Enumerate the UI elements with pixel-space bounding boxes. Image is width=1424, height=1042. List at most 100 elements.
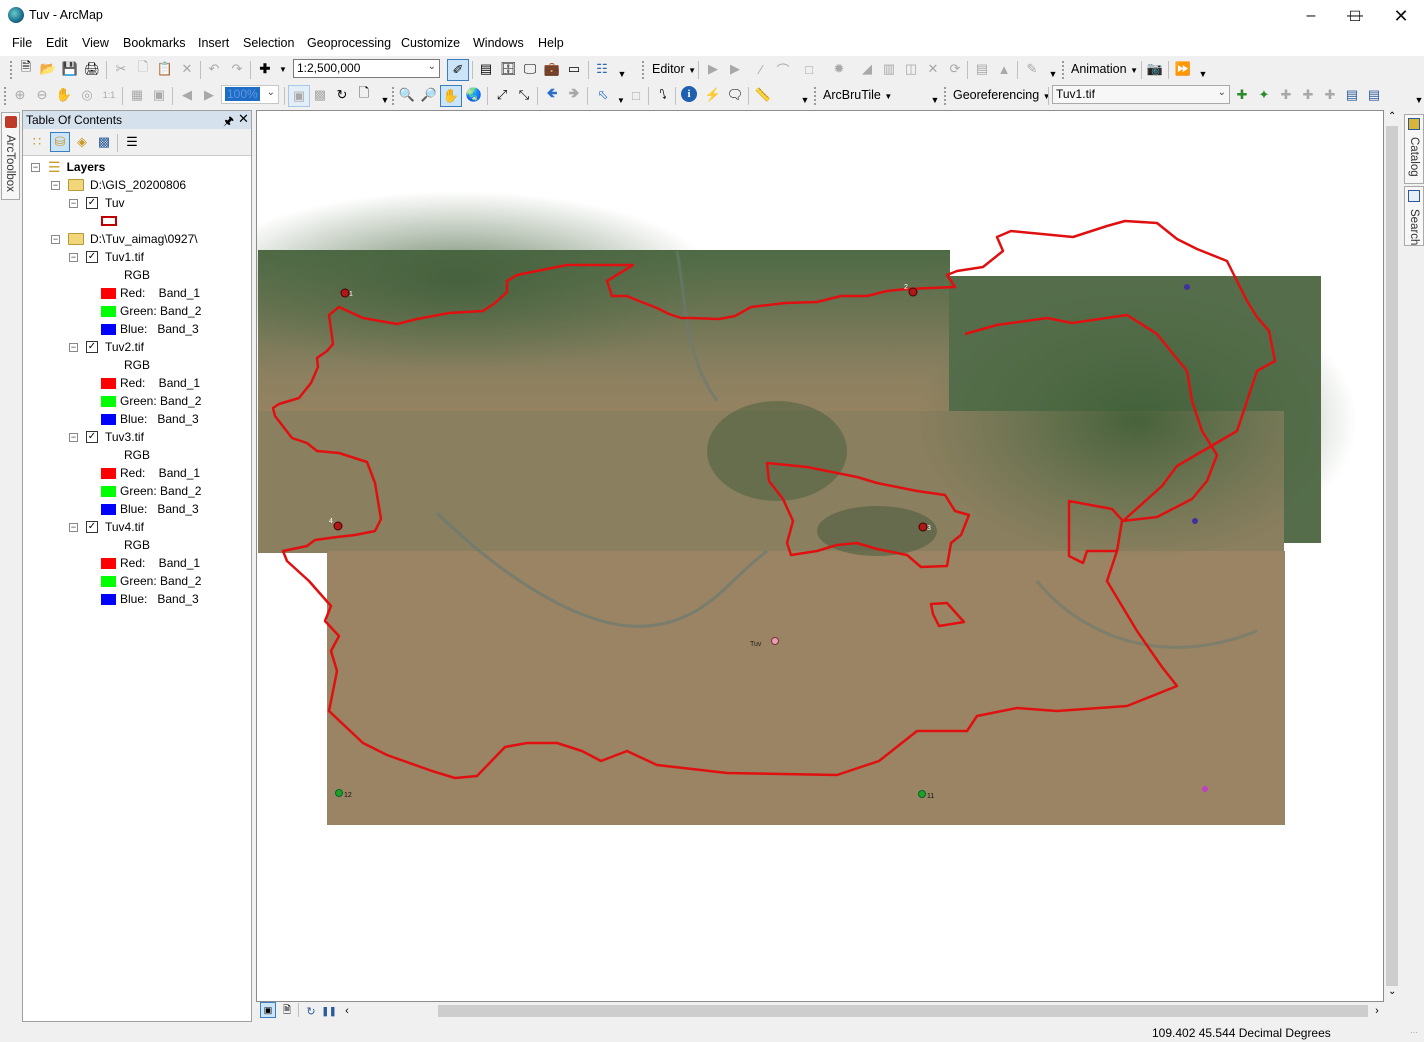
search-tab[interactable]: Search <box>1404 186 1424 246</box>
viewer-icon[interactable]: ▤ <box>1343 86 1361 104</box>
data-view-button[interactable]: ▣ <box>260 1002 276 1018</box>
menu-file[interactable]: File <box>12 36 32 50</box>
catalog-tab[interactable]: Catalog <box>1404 114 1424 184</box>
html-popup-icon[interactable]: 🗨 <box>726 86 744 104</box>
chevron-down-icon[interactable]: ⌄ <box>267 87 275 98</box>
capture-view-icon[interactable]: 📷 <box>1146 60 1164 78</box>
menu-bookmarks[interactable]: Bookmarks <box>123 36 186 50</box>
table-of-contents-icon[interactable]: ▤ <box>477 60 495 78</box>
collapse-icon[interactable]: − <box>69 342 78 352</box>
map-view[interactable]: 1 2 3 4 11 12 Tuv <box>256 110 1384 1002</box>
arc-segment-icon[interactable]: ⌒ <box>774 60 792 78</box>
layer-visibility-checkbox[interactable]: ✓ <box>86 431 98 443</box>
scroll-left-icon[interactable]: ‹ <box>338 1002 356 1020</box>
close-icon[interactable]: ✕ <box>238 111 249 127</box>
select-features-icon[interactable]: ⬁ <box>594 86 612 104</box>
paste-icon[interactable]: 📋 <box>156 60 174 78</box>
toolbar-overflow-icon[interactable]: ▼ <box>1410 91 1424 109</box>
group-node[interactable]: − D:\GIS_20200806 <box>51 176 186 194</box>
maximize-button[interactable]: ☐ <box>1332 0 1378 32</box>
explode-icon[interactable]: ✹ <box>830 60 848 78</box>
collapse-icon[interactable]: − <box>51 234 60 244</box>
full-extent-icon[interactable]: 🌏 <box>465 86 483 104</box>
cut-polygons-icon[interactable]: ◫ <box>902 60 920 78</box>
layer-node[interactable]: − ✓ Tuv4.tif <box>69 518 144 536</box>
menu-edit[interactable]: Edit <box>46 36 68 50</box>
collapse-icon[interactable]: − <box>69 252 78 262</box>
arctoolbox-icon[interactable]: 💼 <box>543 60 561 78</box>
collapse-icon[interactable]: − <box>69 522 78 532</box>
animation-menu[interactable]: Animation ▼ <box>1071 62 1138 76</box>
sketch-properties-icon[interactable]: ▲ <box>995 60 1013 78</box>
close-button[interactable]: ✕ <box>1378 0 1424 32</box>
chevron-down-icon[interactable]: ⌄ <box>428 61 436 72</box>
resize-grip-icon[interactable]: ⋯ <box>1410 1028 1418 1037</box>
rotate-icon[interactable]: ⟳ <box>946 60 964 78</box>
list-by-source-icon[interactable]: ⛁ <box>50 132 70 152</box>
horizontal-scroll-thumb[interactable] <box>438 1005 1368 1017</box>
menu-help[interactable]: Help <box>538 36 564 50</box>
new-document-icon[interactable]: 🗎 <box>17 59 35 78</box>
toolbar-overflow-icon[interactable]: ▼ <box>796 91 814 109</box>
menu-selection[interactable]: Selection <box>243 36 294 50</box>
layer-node[interactable]: − ✓ Tuv2.tif <box>69 338 144 356</box>
open-folder-icon[interactable]: 📂 <box>39 60 57 78</box>
add-data-dropdown-icon[interactable]: ▼ <box>274 60 292 78</box>
toolbar-grip[interactable] <box>10 61 13 79</box>
menu-customize[interactable]: Customize <box>401 36 460 50</box>
menu-windows[interactable]: Windows <box>473 36 524 50</box>
save-icon[interactable]: 💾 <box>61 60 79 78</box>
group-node[interactable]: − D:\Tuv_aimag\0927\ <box>51 230 198 248</box>
scroll-up-icon[interactable]: ⌃ <box>1388 111 1396 122</box>
layer-visibility-checkbox[interactable]: ✓ <box>86 341 98 353</box>
delete-icon[interactable]: ✕ <box>178 60 196 78</box>
zoom-to-link-icon[interactable]: ✚ <box>1299 86 1317 104</box>
cut-icon[interactable]: ✂ <box>112 60 130 78</box>
layout-zoom-out-icon[interactable]: ⊖ <box>33 86 51 104</box>
previous-extent-icon[interactable]: 🡸 <box>543 85 561 104</box>
add-control-points-icon[interactable]: ✚ <box>1233 86 1251 104</box>
create-features-icon[interactable]: ✎ <box>1023 60 1041 78</box>
options-icon[interactable]: ☰ <box>123 133 141 151</box>
toggle-draft-mode-icon[interactable]: ▣ <box>288 85 310 107</box>
layer-visibility-checkbox[interactable]: ✓ <box>86 251 98 263</box>
python-window-icon[interactable]: ▭ <box>565 60 583 78</box>
list-by-drawing-order-icon[interactable]: ∷ <box>28 133 46 151</box>
map-canvas[interactable]: 1 2 3 4 11 12 Tuv <box>257 111 1384 1002</box>
arctoolbox-tab[interactable]: ArcToolbox <box>1 112 20 200</box>
data-driven-pages-icon[interactable]: 🗋 <box>355 85 373 104</box>
toolbar-overflow-icon[interactable]: ▼ <box>1044 65 1062 83</box>
collapse-icon[interactable]: − <box>69 432 78 442</box>
scroll-right-icon[interactable]: › <box>1368 1002 1386 1020</box>
zoom-whole-page-icon[interactable]: ◎ <box>78 86 96 104</box>
search-window-icon[interactable]: 🖵 <box>521 60 539 78</box>
chevron-down-icon[interactable]: ⌄ <box>1218 87 1226 98</box>
modelbuilder-icon[interactable]: ☷ <box>593 60 611 78</box>
scroll-down-icon[interactable]: ⌄ <box>1388 986 1396 997</box>
hyperlink-icon[interactable]: ⚡ <box>704 86 722 104</box>
reshape-icon[interactable]: ▥ <box>880 60 898 78</box>
layout-zoom-in-icon[interactable]: ⊕ <box>11 86 29 104</box>
menu-insert[interactable]: Insert <box>198 36 229 50</box>
toolbar-overflow-icon[interactable]: ▼ <box>1194 65 1212 83</box>
layer-visibility-checkbox[interactable]: ✓ <box>86 521 98 533</box>
delete-link-icon[interactable]: ✚ <box>1321 86 1339 104</box>
zoom-in-icon[interactable]: 🔍 <box>398 86 416 104</box>
fixed-zoom-in-icon[interactable]: ▦ <box>128 86 146 104</box>
animation-controls-icon[interactable]: ⏩ <box>1174 60 1192 78</box>
undo-icon[interactable]: ↶ <box>205 60 223 78</box>
catalog-window-icon[interactable]: 🗄 <box>499 60 517 78</box>
redo-icon[interactable]: ↷ <box>228 60 246 78</box>
edit-vertices-icon[interactable]: ◢ <box>858 60 876 78</box>
layer-node[interactable]: − ✓ Tuv3.tif <box>69 428 144 446</box>
change-layout-icon[interactable]: ↻ <box>333 86 351 104</box>
auto-registration-icon[interactable]: ✦ <box>1255 86 1273 104</box>
georeferencing-menu[interactable]: Georeferencing ▼ <box>953 88 1051 102</box>
attributes-icon[interactable]: ▤ <box>973 60 991 78</box>
go-back-extent-icon[interactable]: ◀ <box>178 86 196 104</box>
edit-annotation-icon[interactable]: ▶ <box>726 60 744 78</box>
fixed-zoom-in-map-icon[interactable]: ⤢ <box>493 86 511 104</box>
polygon-symbol[interactable] <box>101 212 117 230</box>
zoom-out-icon[interactable]: 🔎 <box>420 86 438 104</box>
collapse-icon[interactable]: − <box>69 198 78 208</box>
